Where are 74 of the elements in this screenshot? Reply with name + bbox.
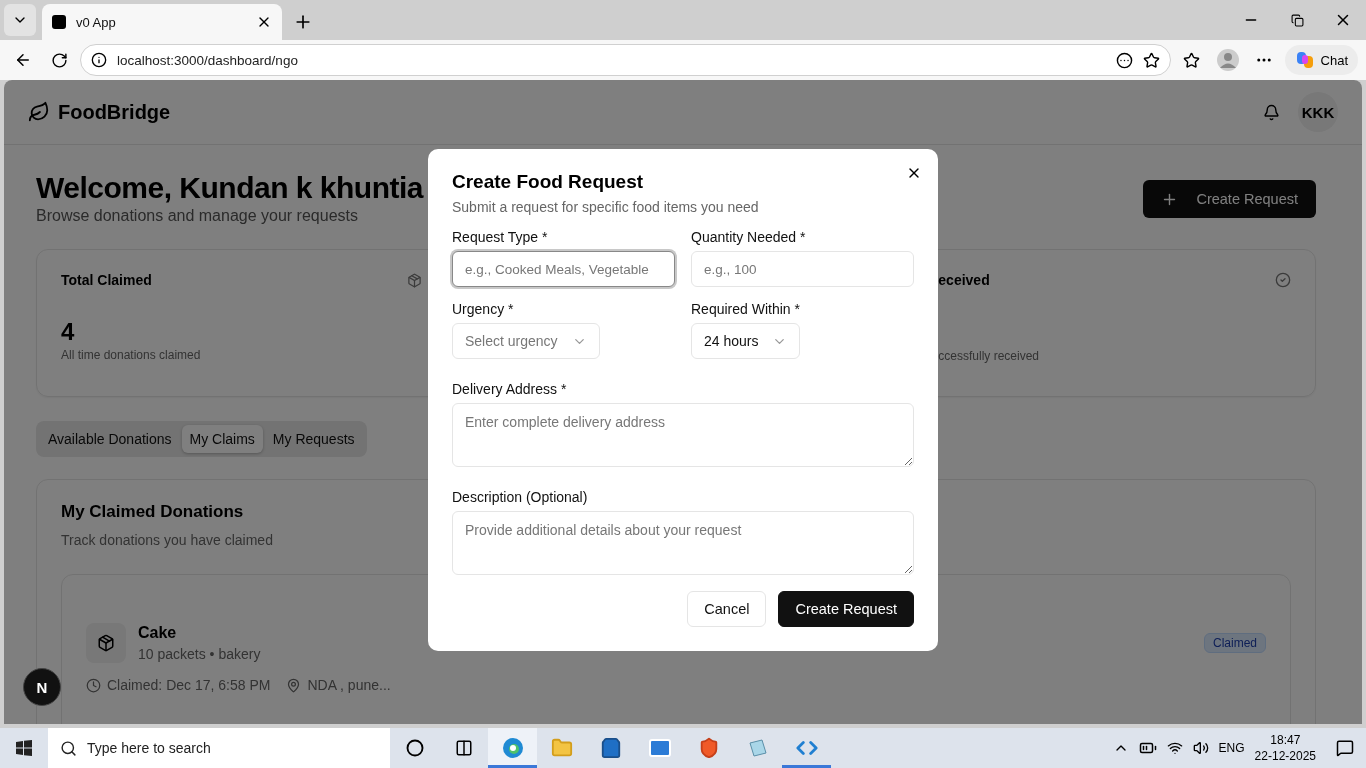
- welcome-title: Welcome, Kundan k khuntia: [36, 171, 423, 205]
- select-field[interactable]: Select urgency: [452, 323, 600, 359]
- field-label: Delivery Address *: [452, 381, 568, 397]
- favicon-icon: [52, 15, 66, 29]
- tab[interactable]: My Requests: [264, 425, 363, 453]
- claimed-time: Claimed: Dec 17, 6:58 PM: [86, 677, 271, 693]
- language-indicator[interactable]: ENG: [1218, 741, 1245, 755]
- item-detail: 10 packets • bakery: [138, 646, 262, 662]
- copilot-icon: [1294, 50, 1315, 70]
- card-title: My Claimed Donations: [61, 502, 244, 522]
- check-circle-icon: [1275, 272, 1291, 288]
- chat-button[interactable]: Chat: [1284, 45, 1358, 75]
- star-icon[interactable]: [1142, 51, 1160, 69]
- field-label: Required Within *: [691, 301, 801, 317]
- mail-icon: [647, 736, 672, 760]
- dev-tools-badge[interactable]: N: [23, 668, 61, 706]
- text-area-field[interactable]: Provide additional details about your request: [452, 511, 914, 575]
- status-badge: Claimed: [1204, 633, 1266, 653]
- tab-title: v0 App: [76, 14, 117, 30]
- tab[interactable]: Available Donations: [40, 425, 180, 453]
- package-icon: [406, 272, 422, 288]
- brand-name: FoodBridge: [58, 100, 171, 124]
- tab-menu-button[interactable]: [4, 4, 36, 36]
- stat-label: eceived: [938, 272, 990, 288]
- search-icon: [60, 739, 77, 757]
- notepad-icon: [746, 737, 769, 759]
- item-name: Cake: [138, 624, 178, 642]
- address-bar[interactable]: localhost:3000/dashboard/ngo: [80, 44, 1171, 76]
- input-field[interactable]: e.g., Cooked Meals, Vegetable: [452, 251, 675, 287]
- cancel-button[interactable]: Cancel: [687, 591, 767, 627]
- back-icon[interactable]: [14, 51, 32, 69]
- clock[interactable]: 18:47 22-12-2025: [1254, 732, 1316, 764]
- select-field[interactable]: 24 hours: [691, 323, 801, 359]
- speaker-icon[interactable]: [1192, 740, 1209, 756]
- notification-bell-icon[interactable]: [1263, 103, 1280, 121]
- create-request-button[interactable]: Create Request: [1143, 180, 1316, 218]
- ellipsis-circle-icon[interactable]: [1115, 51, 1133, 69]
- favorites-icon[interactable]: [1183, 51, 1201, 69]
- circle-icon: [405, 739, 424, 757]
- field-label: Request Type *: [452, 229, 549, 245]
- dialog-subtitle: Submit a request for specific food items you need: [452, 199, 760, 215]
- info-icon: [91, 52, 107, 68]
- windows-start-icon[interactable]: [16, 740, 32, 756]
- reload-icon[interactable]: [50, 51, 68, 69]
- stat-label: Total Claimed: [61, 272, 152, 288]
- task-view-icon: [454, 739, 473, 757]
- submit-button[interactable]: Create Request: [778, 591, 914, 627]
- browser-tab[interactable]: v0 App: [42, 4, 282, 40]
- shopping-bag-icon: [599, 737, 622, 759]
- field-label: Description (Optional): [452, 489, 589, 505]
- folder-icon: [550, 737, 573, 759]
- taskbar-search-field[interactable]: Type here to search: [48, 728, 390, 768]
- leaf-icon: [28, 101, 50, 123]
- profile-icon[interactable]: [1216, 49, 1239, 71]
- clock-icon: [86, 677, 101, 693]
- notifications-icon[interactable]: [1336, 739, 1354, 757]
- package-icon: [86, 623, 126, 663]
- field-label: Urgency *: [452, 301, 515, 317]
- stat-value: 4: [61, 318, 76, 346]
- field-label: Quantity Needed *: [691, 229, 807, 245]
- user-avatar[interactable]: KKK: [1298, 92, 1338, 132]
- text-area-field[interactable]: Enter complete delivery address: [452, 403, 914, 467]
- location-text: NDA , pune...: [286, 677, 391, 693]
- url-text: localhost:3000/dashboard/ngo: [117, 52, 299, 68]
- stat-caption: ccessfully received: [937, 349, 1041, 363]
- tab[interactable]: My Claims: [181, 425, 263, 453]
- dialog-title: Create Food Request: [452, 171, 645, 193]
- wifi-icon[interactable]: [1166, 740, 1183, 756]
- map-pin-icon: [286, 677, 302, 693]
- stat-caption: All time donations claimed: [61, 348, 202, 362]
- card-subtitle: Track donations you have claimed: [61, 532, 273, 548]
- browser-icon: [500, 736, 525, 760]
- page-subtitle: Browse donations and manage your requests: [36, 207, 359, 225]
- restore-icon[interactable]: [1290, 13, 1304, 27]
